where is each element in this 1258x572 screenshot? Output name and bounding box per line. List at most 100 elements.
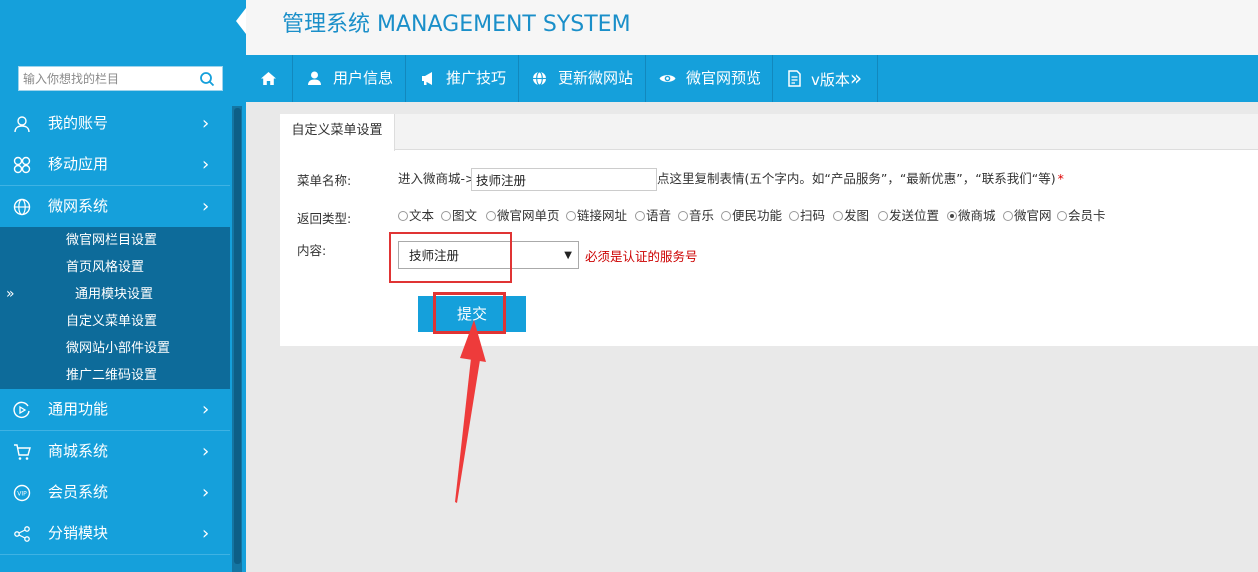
- radio-label: 发图: [844, 208, 870, 223]
- radio-site-page[interactable]: 微官网单页: [486, 206, 560, 226]
- sidebar-item-label: 微网系统: [48, 197, 109, 215]
- sidebar-item-distribution[interactable]: 分销模块 ›: [0, 513, 230, 554]
- topnav-label: v版本»: [811, 55, 862, 104]
- document-icon: [788, 70, 801, 87]
- sidebar-scrollbar-thumb[interactable]: [234, 108, 241, 564]
- radio-label: 微商城: [958, 208, 996, 223]
- sidebar-item-label: 我的账号: [48, 114, 109, 132]
- topnav-site-preview[interactable]: 微官网预览: [646, 55, 773, 102]
- panel-tabbar: 自定义菜单设置: [280, 114, 1258, 151]
- chevron-right-icon: ›: [202, 441, 210, 462]
- sidebar: 我的账号 › 移动应用 › 微网系统 › 微官网栏目设置 首页风格设置 通用模块…: [0, 0, 246, 572]
- radio-convenience[interactable]: 便民功能: [721, 206, 782, 226]
- vip-icon: VIP: [13, 484, 31, 502]
- submenu-item-custom-menu[interactable]: 自定义菜单设置: [66, 308, 226, 335]
- radio-button[interactable]: [398, 211, 408, 221]
- radio-official-site[interactable]: 微官网: [1003, 206, 1052, 226]
- play-circle-icon: [13, 401, 30, 419]
- radio-send-location[interactable]: 发送位置: [878, 206, 939, 226]
- globe-icon: [533, 71, 546, 86]
- header: 管理系统 MANAGEMENT SYSTEM: [246, 0, 1258, 55]
- search-icon[interactable]: [199, 71, 215, 87]
- sidebar-item-account[interactable]: 我的账号 ›: [0, 103, 230, 144]
- user-icon: [308, 71, 321, 85]
- radio-voice[interactable]: 语音: [635, 206, 671, 226]
- sidebar-item-members[interactable]: VIP 会员系统 ›: [0, 472, 230, 513]
- sidebar-item-mobile-apps[interactable]: 移动应用 ›: [0, 144, 230, 185]
- topnav-promotion-tips[interactable]: 推广技巧: [406, 55, 519, 102]
- content-hint: 必须是认证的服务号: [585, 249, 698, 264]
- radio-label: 微官网: [1014, 208, 1052, 223]
- radio-text[interactable]: 文本: [398, 206, 434, 226]
- submenu-item-home-style[interactable]: 首页风格设置: [66, 254, 226, 281]
- submenu-item-site-columns[interactable]: 微官网栏目设置: [66, 227, 226, 254]
- sidebar-item-microsite[interactable]: 微网系统 ›: [0, 186, 230, 227]
- radio-scan[interactable]: 扫码: [789, 206, 825, 226]
- radio-button[interactable]: [566, 211, 576, 221]
- radio-button[interactable]: [486, 211, 496, 221]
- topnav-version[interactable]: v版本»: [773, 55, 878, 102]
- chevron-right-icon: ›: [202, 523, 210, 544]
- radio-music[interactable]: 音乐: [678, 206, 714, 226]
- topnav-home[interactable]: [246, 55, 293, 102]
- return-type-label: 返回类型:: [297, 211, 352, 226]
- sidebar-item-label: 商城系统: [48, 442, 109, 460]
- radio-label: 文本: [409, 208, 435, 223]
- radio-label: 会员卡: [1068, 208, 1106, 223]
- annotation-arrow-icon: [455, 320, 486, 503]
- radio-button[interactable]: [441, 211, 451, 221]
- sidebar-item-common-functions[interactable]: 通用功能 ›: [0, 389, 230, 430]
- tab-custom-menu[interactable]: 自定义菜单设置: [280, 114, 395, 151]
- topnav-label: 推广技巧: [446, 69, 507, 87]
- radio-label: 图文: [452, 208, 478, 223]
- submenu-item-widgets[interactable]: 微网站小部件设置: [66, 335, 226, 362]
- search-input[interactable]: [19, 67, 194, 90]
- radio-label: 发送位置: [889, 208, 940, 223]
- top-navigation: 用户信息 推广技巧 更新微网站 微官网预览 v版本»: [246, 55, 1258, 102]
- radio-button[interactable]: [678, 211, 688, 221]
- radio-button[interactable]: [721, 211, 731, 221]
- radio-button[interactable]: [635, 211, 645, 221]
- app-title: 管理系统 MANAGEMENT SYSTEM: [282, 12, 631, 37]
- apps-icon: [13, 156, 31, 174]
- menu-name-hint[interactable]: 点这里复制表情(五个字内。如“产品服务”，“最新优惠”，“联系我们“等) *: [657, 170, 1064, 188]
- radio-button-checked[interactable]: [947, 211, 957, 221]
- eye-icon: [659, 75, 676, 82]
- megaphone-icon: [422, 72, 432, 85]
- submenu-item-qrcode[interactable]: 推广二维码设置: [66, 362, 226, 389]
- chevron-right-icon: ›: [202, 482, 210, 503]
- chevron-right-icon: ›: [202, 113, 210, 134]
- radio-button[interactable]: [1003, 211, 1013, 221]
- radio-button[interactable]: [878, 211, 888, 221]
- radio-label: 音乐: [689, 208, 715, 223]
- radio-label: 扫码: [800, 208, 826, 223]
- radio-member-card[interactable]: 会员卡: [1057, 206, 1106, 226]
- radio-news[interactable]: 图文: [441, 206, 477, 226]
- double-chevron-right-icon: »: [6, 286, 15, 302]
- sidebar-item-label: 分销模块: [48, 524, 109, 542]
- topnav-label: 更新微网站: [558, 69, 634, 87]
- double-chevron-right-icon: »: [849, 66, 863, 90]
- radio-label: 链接网址: [577, 208, 628, 223]
- topnav-update-site[interactable]: 更新微网站: [519, 55, 646, 102]
- menu-name-input[interactable]: [471, 168, 657, 191]
- radio-button[interactable]: [789, 211, 799, 221]
- sidebar-submenu: 微官网栏目设置 首页风格设置 通用模块设置 自定义菜单设置 微网站小部件设置 推…: [0, 227, 230, 389]
- submenu-item-common-modules[interactable]: 通用模块设置: [75, 281, 235, 308]
- radio-micro-mall[interactable]: 微商城: [947, 206, 996, 226]
- radio-button[interactable]: [833, 211, 843, 221]
- radio-send-image[interactable]: 发图: [833, 206, 869, 226]
- sidebar-item-mall[interactable]: 商城系统 ›: [0, 431, 230, 472]
- radio-label: 语音: [646, 208, 672, 223]
- menu-name-prefix: 进入微商城->: [398, 171, 476, 186]
- radio-button[interactable]: [1057, 211, 1067, 221]
- content-label: 内容:: [297, 243, 327, 258]
- chevron-right-icon: ›: [202, 399, 210, 420]
- home-icon: [261, 72, 276, 85]
- topnav-user-info[interactable]: 用户信息: [293, 55, 406, 102]
- triangle-down-icon: ▼: [564, 250, 572, 261]
- radio-link-url[interactable]: 链接网址: [566, 206, 627, 226]
- sidebar-item-label: 通用功能: [48, 400, 109, 418]
- chevron-right-icon: ›: [202, 154, 210, 175]
- topnav-label: 用户信息: [333, 69, 394, 87]
